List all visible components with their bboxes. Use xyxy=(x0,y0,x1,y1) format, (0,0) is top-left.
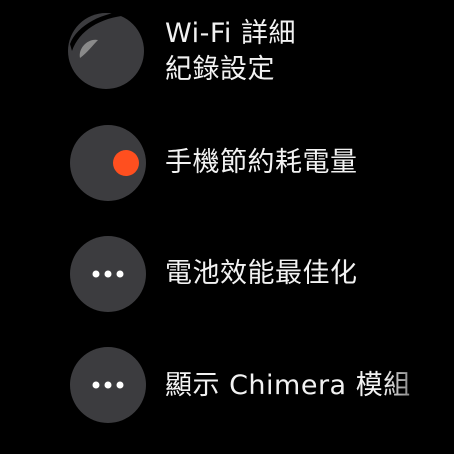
icon-background xyxy=(70,236,146,312)
wifi-log-settings-label-line1: Wi-Fi 詳細 xyxy=(165,18,296,49)
wifi-log-settings-label-line2: 紀錄設定 xyxy=(165,54,275,85)
show-chimera-modules-label: 顯示 Chimera 模組 xyxy=(165,370,411,401)
battery-optimization-label: 電池效能最佳化 xyxy=(165,258,358,289)
more-horizontal-icon xyxy=(92,381,124,389)
toggle-on-icon xyxy=(113,150,139,176)
toggle-icon-background xyxy=(70,125,146,201)
more-horizontal-icon xyxy=(92,270,124,278)
list-item-wifi-log-settings[interactable]: Wi-Fi 詳細 紀錄設定 xyxy=(0,0,454,110)
list-item-battery-saver[interactable]: 手機節約耗電量 xyxy=(0,125,454,205)
battery-saver-label: 手機節約耗電量 xyxy=(165,147,358,178)
watch-screen: Wi-Fi 詳細 紀錄設定 手機節約耗電量 電池效能最佳化 顯示 Chimera… xyxy=(0,0,454,454)
list-item-battery-optimization[interactable]: 電池效能最佳化 xyxy=(0,236,454,316)
list-item-show-chimera-modules[interactable]: 顯示 Chimera 模組 xyxy=(0,347,454,427)
partial-circle-icon xyxy=(68,11,144,89)
icon-background xyxy=(70,347,146,423)
